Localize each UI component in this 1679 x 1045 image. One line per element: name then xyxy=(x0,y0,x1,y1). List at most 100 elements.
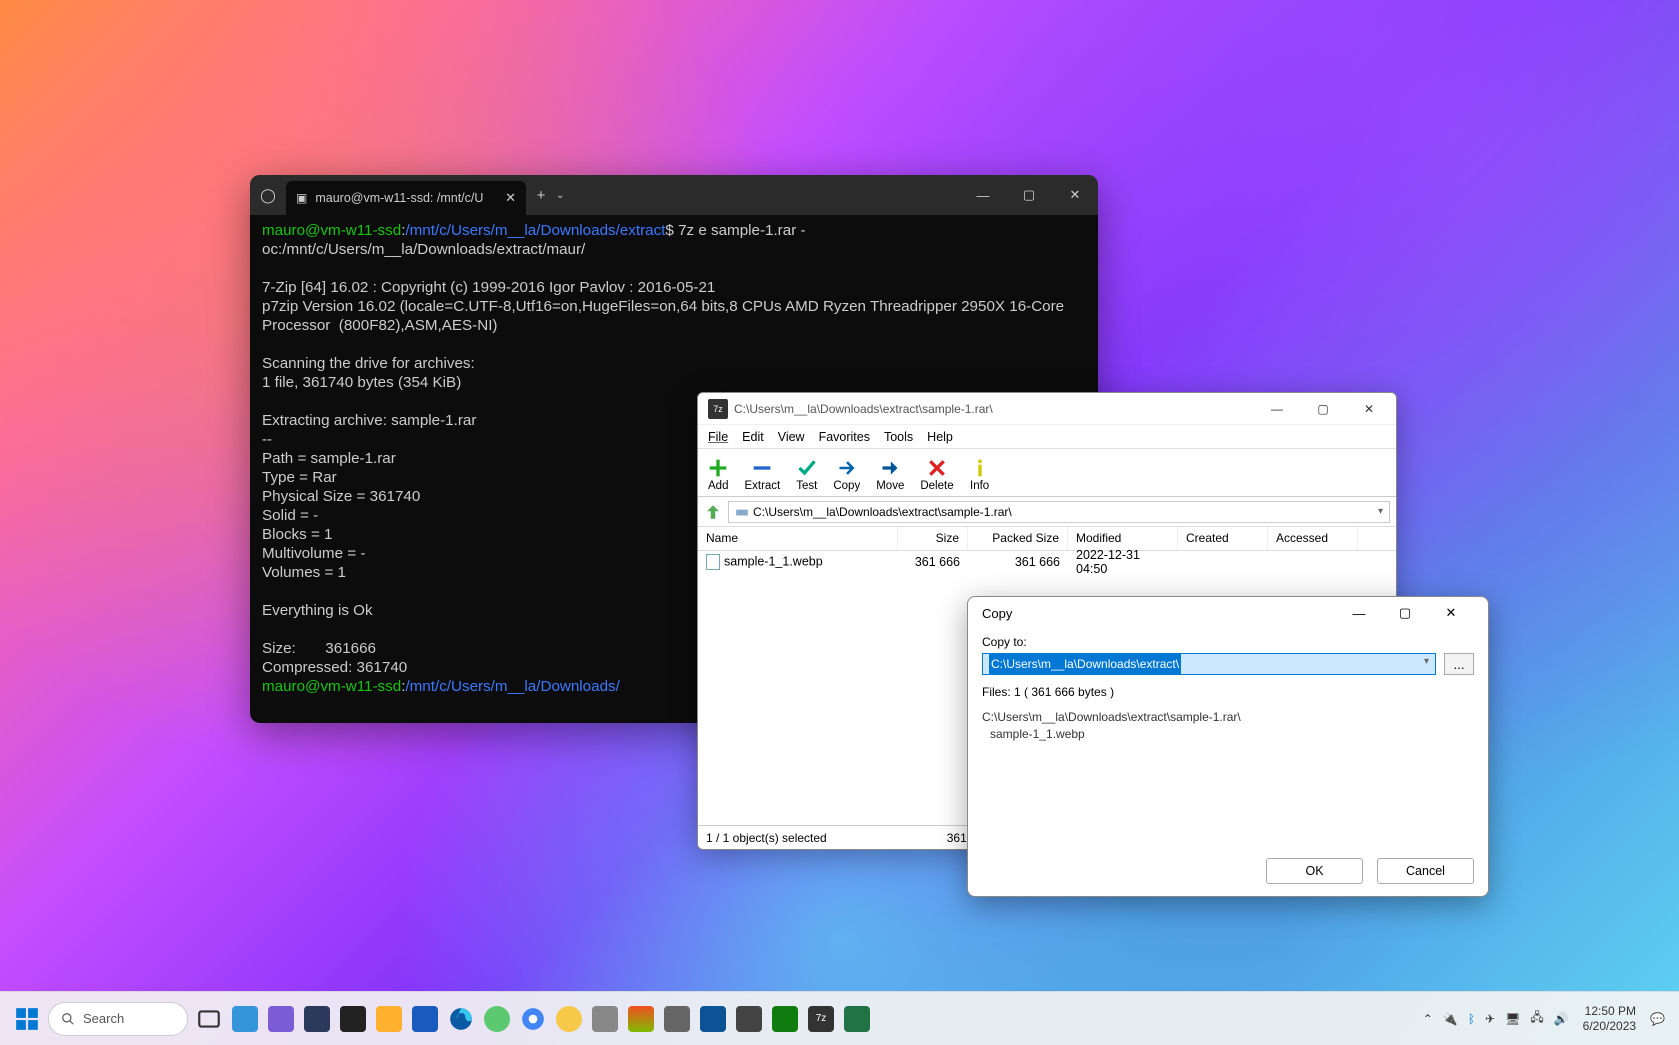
file-name: sample-1_1.webp xyxy=(724,554,823,568)
terminal-tab[interactable]: ▣ mauro@vm-w11-ssd: /mnt/c/U ✕ xyxy=(286,181,526,215)
taskbar-app-icon[interactable] xyxy=(590,1004,620,1034)
terminal-taskbar-icon[interactable] xyxy=(338,1004,368,1034)
output-line: Scanning the drive for archives: xyxy=(262,355,475,372)
menu-edit[interactable]: Edit xyxy=(742,430,764,444)
status-selection: 1 / 1 object(s) selected xyxy=(706,831,827,845)
menu-favorites[interactable]: Favorites xyxy=(819,430,870,444)
chrome-icon[interactable] xyxy=(518,1004,548,1034)
source-path: C:\Users\m__la\Downloads\extract\sample-… xyxy=(982,709,1474,726)
menu-file[interactable]: File xyxy=(708,430,728,444)
terminal-titlebar[interactable]: ◯ ▣ mauro@vm-w11-ssd: /mnt/c/U ✕ + ⌄ — ▢… xyxy=(250,175,1098,215)
maximize-button[interactable]: ▢ xyxy=(1006,175,1052,215)
prompt-user: mauro@vm-w11-ssd xyxy=(262,222,401,239)
network-icon[interactable]: 🖧 xyxy=(1530,1008,1543,1029)
maximize-button[interactable]: ▢ xyxy=(1300,393,1346,425)
col-packed[interactable]: Packed Size xyxy=(968,527,1068,550)
browse-button[interactable]: ... xyxy=(1444,653,1474,675)
path-input[interactable]: C:\Users\m__la\Downloads\extract\sample-… xyxy=(728,501,1390,523)
copy-to-label: Copy to: xyxy=(982,635,1474,649)
taskbar-app-icon[interactable] xyxy=(734,1004,764,1034)
start-button[interactable] xyxy=(12,1004,42,1034)
maximize-button[interactable]: ▢ xyxy=(1382,597,1428,629)
file-icon xyxy=(706,554,720,570)
menu-help[interactable]: Help xyxy=(927,430,953,444)
taskbar-app-icon[interactable] xyxy=(266,1004,296,1034)
notifications-icon[interactable]: 💬 xyxy=(1650,1012,1665,1026)
minimize-button[interactable]: — xyxy=(1336,597,1382,629)
volume-icon[interactable]: 🔊 xyxy=(1554,1012,1569,1026)
destination-input[interactable]: C:\Users\m__la\Downloads\extract\ xyxy=(982,653,1436,675)
new-tab-button[interactable]: + xyxy=(526,187,556,204)
file-modified: 2022-12-31 04:50 xyxy=(1068,548,1178,576)
delete-button[interactable]: Delete xyxy=(920,458,953,492)
info-button[interactable]: Info xyxy=(970,458,990,492)
output-line: 7-Zip [64] 16.02 : Copyright (c) 1999-20… xyxy=(262,279,715,296)
output-line: Extracting archive: sample-1.rar xyxy=(262,412,476,429)
plus-icon xyxy=(708,458,728,478)
desktop-wallpaper: ◯ ▣ mauro@vm-w11-ssd: /mnt/c/U ✕ + ⌄ — ▢… xyxy=(0,0,1679,1045)
display-icon[interactable]: 🖥 xyxy=(1505,1012,1520,1026)
taskbar-app-icon[interactable] xyxy=(770,1004,800,1034)
file-packed: 361 666 xyxy=(968,555,1068,569)
list-item[interactable]: sample-1_1.webp 361 666 361 666 2022-12-… xyxy=(698,551,1396,573)
taskbar-app-icon[interactable] xyxy=(842,1004,872,1034)
output-line: Size: 361666 xyxy=(262,640,376,657)
col-name[interactable]: Name xyxy=(698,527,898,550)
arrow-right-icon xyxy=(880,458,900,478)
sevenzip-titlebar[interactable]: 7z C:\Users\m__la\Downloads\extract\samp… xyxy=(698,393,1396,425)
minimize-button[interactable]: — xyxy=(1254,393,1300,425)
col-size[interactable]: Size xyxy=(898,527,968,550)
search-placeholder: Search xyxy=(83,1011,124,1026)
menu-view[interactable]: View xyxy=(778,430,805,444)
shield-icon: ◯ xyxy=(250,187,286,204)
tab-dropdown-button[interactable]: ⌄ xyxy=(556,190,580,201)
edge-icon[interactable] xyxy=(446,1004,476,1034)
taskbar-app-icon[interactable] xyxy=(698,1004,728,1034)
sevenzip-taskbar-icon[interactable]: 7z xyxy=(806,1004,836,1034)
move-button[interactable]: Move xyxy=(876,458,904,492)
bluetooth-icon[interactable]: ᛒ xyxy=(1468,1012,1475,1026)
close-button[interactable]: ✕ xyxy=(1346,393,1392,425)
add-button[interactable]: Add xyxy=(708,458,728,492)
arrow-right-hollow-icon xyxy=(837,458,857,478)
up-folder-icon[interactable] xyxy=(704,503,722,521)
output-line: Path = sample-1.rar xyxy=(262,450,396,467)
test-button[interactable]: Test xyxy=(796,458,817,492)
prompt-path: /mnt/c/Users/m__la/Downloads/extract xyxy=(405,222,665,239)
col-modified[interactable]: Modified xyxy=(1068,527,1178,550)
copy-button[interactable]: Copy xyxy=(833,458,860,492)
col-accessed[interactable]: Accessed xyxy=(1268,527,1358,550)
taskbar-app-icon[interactable] xyxy=(626,1004,656,1034)
task-view-icon[interactable] xyxy=(194,1004,224,1034)
tray-chevron-icon[interactable]: ⌃ xyxy=(1423,1012,1433,1026)
menubar: File Edit View Favorites Tools Help xyxy=(698,425,1396,449)
taskbar-app-icon[interactable] xyxy=(230,1004,260,1034)
output-line: Multivolume = - xyxy=(262,545,365,562)
dialog-titlebar[interactable]: Copy — ▢ ✕ xyxy=(968,597,1488,629)
minimize-button[interactable]: — xyxy=(960,175,1006,215)
close-button[interactable]: ✕ xyxy=(1428,597,1474,629)
cancel-button[interactable]: Cancel xyxy=(1377,858,1474,884)
output-line: Everything is Ok xyxy=(262,602,373,619)
explorer-icon[interactable] xyxy=(374,1004,404,1034)
search-box[interactable]: Search xyxy=(48,1002,188,1036)
source-file: sample-1_1.webp xyxy=(982,726,1474,743)
prompt-path: /mnt/c/Users/m__la/Downloads/ xyxy=(405,678,619,695)
taskbar-app-icon[interactable] xyxy=(554,1004,584,1034)
taskbar-app-icon[interactable] xyxy=(482,1004,512,1034)
location-icon[interactable]: ✈ xyxy=(1485,1012,1495,1026)
close-button[interactable]: ✕ xyxy=(1052,175,1098,215)
close-icon[interactable]: ✕ xyxy=(505,190,516,206)
usb-icon[interactable]: 🔌 xyxy=(1443,1012,1458,1026)
taskbar-app-icon[interactable] xyxy=(410,1004,440,1034)
taskbar-app-icon[interactable] xyxy=(662,1004,692,1034)
menu-tools[interactable]: Tools xyxy=(884,430,913,444)
extract-button[interactable]: Extract xyxy=(744,458,780,492)
dialog-title: Copy xyxy=(982,606,1012,621)
col-created[interactable]: Created xyxy=(1178,527,1268,550)
clock[interactable]: 12:50 PM 6/20/2023 xyxy=(1583,1004,1636,1033)
taskbar-app-icon[interactable] xyxy=(302,1004,332,1034)
copy-dialog: Copy — ▢ ✕ Copy to: C:\Users\m__la\Downl… xyxy=(967,596,1489,897)
ok-button[interactable]: OK xyxy=(1266,858,1363,884)
terminal-icon: ▣ xyxy=(296,191,307,205)
